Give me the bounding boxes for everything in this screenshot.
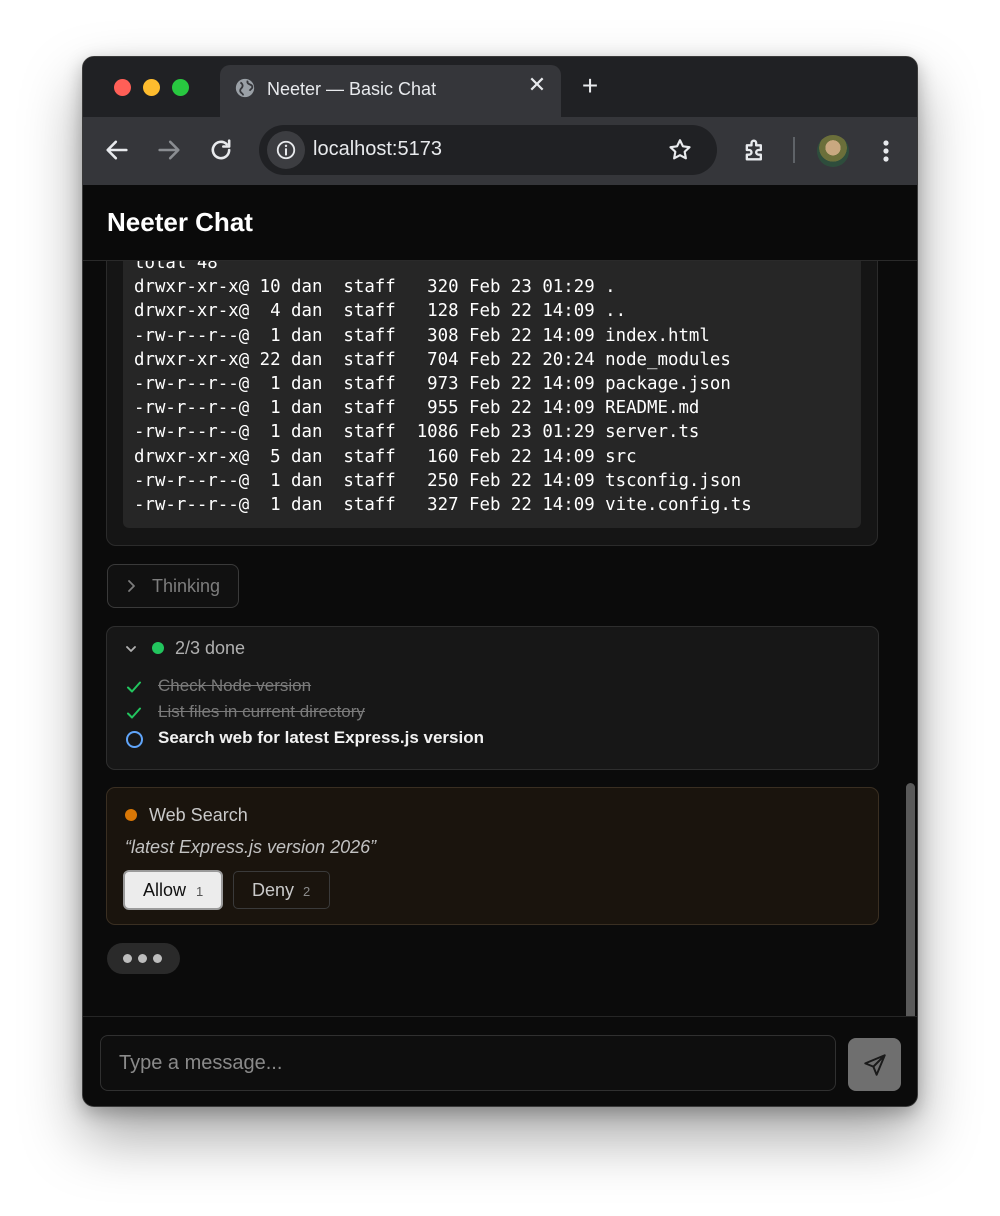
terminal-line: drwxr-xr-x@ 10 dan staff 320 Feb 23 01:2… bbox=[134, 277, 616, 298]
kebab-menu-icon[interactable] bbox=[873, 135, 899, 167]
terminal-line: -rw-r--r--@ 1 dan staff 308 Feb 22 14:09… bbox=[134, 325, 710, 346]
todo-item: Search web for latest Express.js version bbox=[107, 727, 877, 753]
terminal-line: -rw-r--r--@ 1 dan staff 1086 Feb 23 01:2… bbox=[134, 422, 700, 443]
toolbar-divider bbox=[793, 137, 795, 163]
pending-circle-icon bbox=[126, 731, 143, 748]
app-header: Neeter Chat bbox=[83, 185, 917, 261]
browser-toolbar: localhost:5173 bbox=[83, 117, 917, 185]
back-arrow-icon[interactable] bbox=[103, 136, 131, 164]
typing-dot bbox=[138, 954, 147, 963]
typing-indicator bbox=[107, 943, 180, 974]
checkmark-icon bbox=[127, 707, 141, 719]
thinking-toggle[interactable]: Thinking bbox=[107, 564, 239, 608]
terminal-line: -rw-r--r--@ 1 dan staff 955 Feb 22 14:09… bbox=[134, 398, 700, 419]
allow-button[interactable]: Allow 1 bbox=[123, 870, 223, 910]
terminal-line: drwxr-xr-x@ 4 dan staff 128 Feb 22 14:09… bbox=[134, 301, 627, 322]
browser-tab[interactable]: Neeter — Basic Chat ✕ bbox=[220, 65, 561, 117]
thinking-label: Thinking bbox=[152, 576, 221, 596]
forward-arrow-icon[interactable] bbox=[155, 136, 183, 164]
deny-label: Deny bbox=[252, 880, 295, 900]
tool-name: Web Search bbox=[149, 805, 248, 825]
close-icon[interactable]: ✕ bbox=[526, 74, 548, 96]
todo-text: Check Node version bbox=[158, 676, 312, 695]
composer bbox=[83, 1016, 917, 1106]
todo-item: List files in current directory bbox=[107, 701, 877, 727]
url-text[interactable]: localhost:5173 bbox=[313, 138, 442, 161]
tab-title: Neeter — Basic Chat bbox=[267, 79, 437, 99]
zoom-window-button[interactable] bbox=[172, 79, 189, 96]
terminal-line: total 48 bbox=[134, 261, 218, 273]
reload-icon[interactable] bbox=[207, 136, 235, 164]
status-dot bbox=[152, 642, 164, 654]
extensions-icon[interactable] bbox=[741, 136, 769, 164]
new-tab-button[interactable]: + bbox=[577, 72, 603, 100]
checkmark-icon bbox=[127, 681, 141, 693]
send-icon bbox=[864, 1054, 886, 1076]
star-icon[interactable] bbox=[667, 137, 693, 163]
site-info-button[interactable] bbox=[267, 131, 305, 169]
minimize-window-button[interactable] bbox=[143, 79, 160, 96]
browser-window: Neeter — Basic Chat ✕ + localhost:5173 N… bbox=[82, 56, 918, 1107]
tab-strip: Neeter — Basic Chat ✕ + bbox=[83, 57, 917, 117]
site-info-icon bbox=[276, 140, 296, 160]
typing-dot bbox=[123, 954, 132, 963]
tool-result-card: total 48 drwxr-xr-x@ 10 dan staff 320 Fe… bbox=[106, 261, 878, 546]
message-input[interactable] bbox=[100, 1035, 836, 1091]
chevron-down-icon[interactable] bbox=[124, 642, 138, 656]
todo-text: List files in current directory bbox=[158, 702, 365, 721]
tool-approval-card: Web Search “latest Express.js version 20… bbox=[106, 787, 879, 925]
scrollbar-thumb[interactable] bbox=[906, 783, 915, 1016]
terminal-line: drwxr-xr-x@ 22 dan staff 704 Feb 22 20:2… bbox=[134, 349, 731, 370]
todo-text: Search web for latest Express.js version bbox=[158, 728, 484, 747]
address-bar[interactable]: localhost:5173 bbox=[259, 125, 717, 175]
search-query: “latest Express.js version 2026” bbox=[125, 837, 377, 857]
app-title: Neeter Chat bbox=[107, 207, 253, 237]
terminal-line: -rw-r--r--@ 1 dan staff 327 Feb 22 14:09… bbox=[134, 494, 752, 515]
typing-dot bbox=[153, 954, 162, 963]
profile-avatar[interactable] bbox=[817, 135, 849, 167]
chat-messages[interactable]: total 48 drwxr-xr-x@ 10 dan staff 320 Fe… bbox=[83, 261, 917, 1016]
deny-shortcut: 2 bbox=[303, 884, 311, 899]
allow-label: Allow bbox=[143, 880, 187, 900]
terminal-output: total 48 drwxr-xr-x@ 10 dan staff 320 Fe… bbox=[123, 261, 861, 528]
todo-summary: 2/3 done bbox=[175, 638, 246, 658]
globe-icon bbox=[235, 78, 255, 98]
status-dot bbox=[125, 809, 137, 821]
terminal-line: -rw-r--r--@ 1 dan staff 250 Feb 22 14:09… bbox=[134, 470, 742, 491]
send-button[interactable] bbox=[848, 1038, 901, 1091]
close-window-button[interactable] bbox=[114, 79, 131, 96]
deny-button[interactable]: Deny 2 bbox=[233, 871, 330, 909]
terminal-line: drwxr-xr-x@ 5 dan staff 160 Feb 22 14:09… bbox=[134, 446, 637, 467]
todo-list-card: 2/3 done Check Node version List files i… bbox=[106, 626, 879, 770]
terminal-line: -rw-r--r--@ 1 dan staff 973 Feb 22 14:09… bbox=[134, 373, 731, 394]
todo-item: Check Node version bbox=[107, 675, 877, 701]
chevron-right-icon bbox=[128, 580, 135, 592]
allow-shortcut: 1 bbox=[196, 884, 204, 899]
